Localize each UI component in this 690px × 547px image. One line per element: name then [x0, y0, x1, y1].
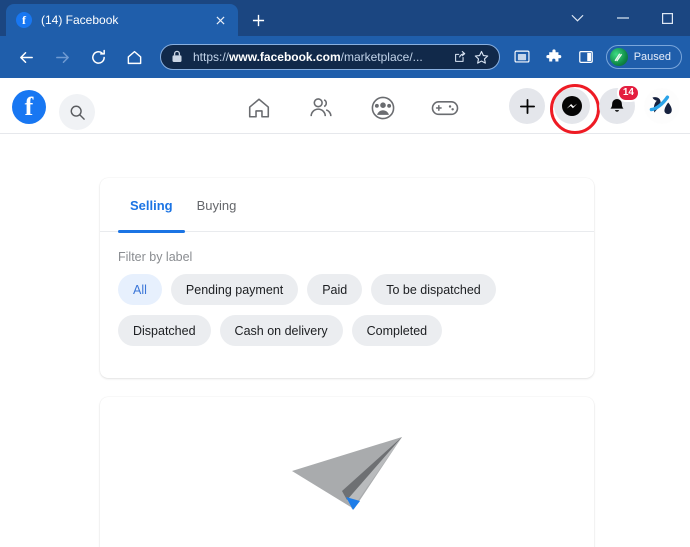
- nav-groups[interactable]: [352, 88, 414, 128]
- filter-chip-list: All Pending payment Paid To be dispatche…: [100, 264, 594, 346]
- browser-toolbar: https://www.facebook.com/marketplace/...: [0, 36, 690, 78]
- account-avatar-icon: [644, 88, 680, 124]
- filter-chip-completed[interactable]: Completed: [352, 315, 442, 346]
- puzzle-icon[interactable]: [541, 44, 567, 70]
- filter-chip-label: Dispatched: [133, 324, 196, 338]
- filter-chip-label: Pending payment: [186, 283, 283, 297]
- share-icon[interactable]: [449, 46, 471, 68]
- messenger-button[interactable]: [554, 88, 590, 124]
- account-avatar[interactable]: [644, 88, 680, 124]
- star-icon[interactable]: [471, 46, 493, 68]
- facebook-main-nav: [228, 88, 476, 128]
- tab-buying[interactable]: Buying: [185, 178, 249, 232]
- profile-status-label: Paused: [634, 51, 671, 63]
- browser-tab-title: (14) Facebook: [41, 13, 210, 27]
- filter-chip-dispatched[interactable]: Dispatched: [118, 315, 211, 346]
- maximize-button[interactable]: [645, 2, 690, 34]
- filter-chip-label: Completed: [367, 324, 427, 338]
- marketplace-tabs: Selling Buying: [100, 178, 594, 232]
- minimize-button[interactable]: [600, 2, 645, 34]
- lock-icon: [171, 50, 185, 64]
- nav-friends[interactable]: [290, 88, 352, 128]
- filter-chip-label: To be dispatched: [386, 283, 481, 297]
- tab-selling-label: Selling: [130, 198, 173, 213]
- create-button[interactable]: [509, 88, 545, 124]
- tab-search-button[interactable]: [555, 2, 600, 34]
- nav-gaming[interactable]: [414, 88, 476, 128]
- filter-chip-pending-payment[interactable]: Pending payment: [171, 274, 298, 305]
- filter-chip-label: All: [133, 283, 147, 297]
- nav-home[interactable]: [228, 88, 290, 128]
- new-tab-button[interactable]: [244, 6, 272, 34]
- profile-avatar-icon: [610, 48, 628, 66]
- facebook-favicon-icon: f: [16, 12, 32, 28]
- facebook-logo-icon[interactable]: f: [12, 90, 46, 124]
- filter-chip-to-be-dispatched[interactable]: To be dispatched: [371, 274, 496, 305]
- filter-chip-label: Paid: [322, 283, 347, 297]
- tab-buying-label: Buying: [197, 198, 237, 213]
- facebook-header: f: [0, 78, 690, 134]
- tab-selling[interactable]: Selling: [118, 178, 185, 232]
- filter-by-label-heading: Filter by label: [100, 232, 594, 264]
- search-icon[interactable]: [59, 94, 95, 130]
- messenger-icon: [562, 96, 582, 116]
- filter-chip-cash-on-delivery[interactable]: Cash on delivery: [220, 315, 343, 346]
- forward-arrow-icon[interactable]: [47, 42, 77, 72]
- home-icon[interactable]: [119, 42, 149, 72]
- paper-plane-illustration: [100, 397, 594, 547]
- window-controls: [555, 0, 690, 36]
- back-arrow-icon[interactable]: [11, 42, 41, 72]
- close-icon[interactable]: [210, 10, 230, 30]
- notifications-button[interactable]: 14: [599, 88, 635, 124]
- marketplace-filter-card: Selling Buying Filter by label All Pendi…: [100, 178, 594, 378]
- marketplace-empty-state-card: [100, 397, 594, 547]
- filter-chip-paid[interactable]: Paid: [307, 274, 362, 305]
- browser-tab[interactable]: f (14) Facebook: [6, 4, 238, 36]
- filter-chip-all[interactable]: All: [118, 274, 162, 305]
- notifications-badge: 14: [617, 84, 640, 102]
- address-bar-url: https://www.facebook.com/marketplace/...: [193, 50, 449, 64]
- reload-icon[interactable]: [83, 42, 113, 72]
- browser-title-bar: f (14) Facebook: [0, 0, 690, 36]
- browser-profile-button[interactable]: Paused: [606, 45, 682, 69]
- cast-icon[interactable]: [509, 44, 535, 70]
- marketplace-page: Selling Buying Filter by label All Pendi…: [0, 134, 690, 547]
- filter-chip-label: Cash on delivery: [235, 324, 328, 338]
- sidebar-panel-icon[interactable]: [573, 44, 599, 70]
- address-bar[interactable]: https://www.facebook.com/marketplace/...: [160, 44, 500, 70]
- facebook-actions: 14: [500, 88, 680, 124]
